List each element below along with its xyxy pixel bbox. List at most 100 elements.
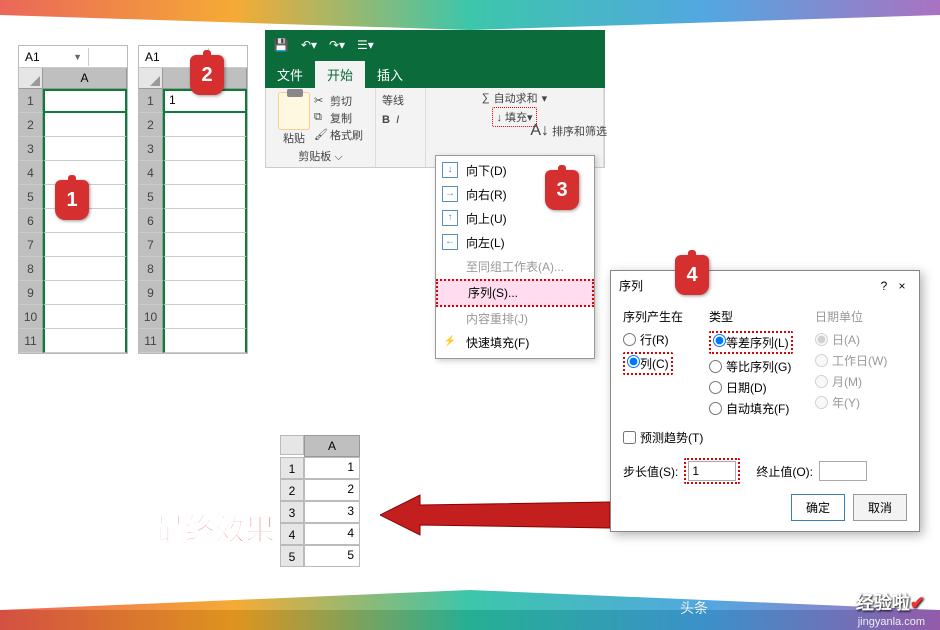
row-header[interactable]: 11 (19, 329, 43, 353)
row-header[interactable]: 6 (19, 209, 43, 233)
column-header-a[interactable]: A (304, 435, 360, 457)
cell-a1[interactable] (43, 89, 127, 113)
row-header[interactable]: 10 (19, 305, 43, 329)
format-painter-button[interactable]: 🖌格式刷 (314, 127, 363, 143)
row-header[interactable]: 1 (19, 89, 43, 113)
menu-flash-fill[interactable]: ⚡快速填充(F) (436, 331, 594, 355)
column-header-a[interactable]: A (43, 68, 127, 88)
row-header[interactable]: 3 (139, 137, 163, 161)
select-all-corner[interactable] (19, 68, 43, 88)
cell[interactable] (43, 233, 127, 257)
cut-button[interactable]: ✂剪切 (314, 93, 363, 109)
help-button[interactable]: ? (875, 279, 893, 293)
touch-mode-icon[interactable]: ☰▾ (357, 38, 373, 52)
row-header[interactable]: 9 (139, 281, 163, 305)
menu-fill-left[interactable]: ←向左(L) (436, 231, 594, 255)
row-header[interactable]: 9 (19, 281, 43, 305)
watermark-url: jingyanla.com (858, 616, 925, 628)
row-header[interactable]: 4 (139, 161, 163, 185)
radio-rows[interactable]: 行(R) (623, 329, 703, 350)
cell[interactable] (163, 185, 247, 209)
radio-autofill[interactable]: 自动填充(F) (709, 398, 809, 419)
sort-filter-button[interactable]: 排序和筛选 (552, 123, 607, 139)
cell[interactable] (43, 329, 127, 353)
menu-fill-series[interactable]: 序列(S)... (436, 279, 594, 307)
cell[interactable] (163, 113, 247, 137)
select-all-corner[interactable] (280, 435, 304, 455)
radio-date[interactable]: 日期(D) (709, 377, 809, 398)
sort-filter-icon: A↓ (530, 122, 549, 140)
row-header[interactable]: 11 (139, 329, 163, 353)
paste-icon[interactable] (278, 92, 310, 130)
chevron-down-icon[interactable]: ▼ (73, 52, 82, 62)
redo-icon[interactable]: ↷▾ (329, 38, 345, 52)
stop-input[interactable] (819, 461, 867, 481)
cell[interactable]: 4 (304, 523, 360, 545)
row-header[interactable]: 7 (139, 233, 163, 257)
row-header[interactable]: 1 (280, 457, 304, 479)
dialog-titlebar[interactable]: 序列 ? × (611, 271, 919, 300)
row-header[interactable]: 2 (280, 479, 304, 501)
cell[interactable] (43, 305, 127, 329)
cell[interactable] (163, 137, 247, 161)
close-button[interactable]: × (893, 279, 911, 293)
step-badge-3: 3 (545, 170, 579, 210)
row-header[interactable]: 8 (19, 257, 43, 281)
cell[interactable] (43, 257, 127, 281)
cell[interactable] (43, 113, 127, 137)
row-header[interactable]: 5 (19, 185, 43, 209)
cancel-button[interactable]: 取消 (853, 494, 907, 521)
tab-file[interactable]: 文件 (265, 61, 315, 88)
cell[interactable] (43, 137, 127, 161)
paste-button[interactable]: 粘贴 (278, 130, 310, 146)
undo-icon[interactable]: ↶▾ (301, 38, 317, 52)
row-header[interactable]: 2 (19, 113, 43, 137)
row-header[interactable]: 4 (19, 161, 43, 185)
cell[interactable]: 5 (304, 545, 360, 567)
select-all-corner[interactable] (139, 68, 163, 88)
menu-fill-up[interactable]: ↑向上(U) (436, 207, 594, 231)
tab-insert[interactable]: 插入 (365, 61, 415, 88)
cell[interactable]: 1 (304, 457, 360, 479)
checkbox-trend[interactable]: 预测趋势(T) (623, 427, 907, 448)
step-input[interactable] (688, 461, 736, 481)
row-header[interactable]: 4 (280, 523, 304, 545)
tab-home[interactable]: 开始 (315, 61, 365, 88)
cell[interactable] (163, 329, 247, 353)
arrow-up-icon: ↑ (442, 210, 458, 226)
save-icon[interactable]: 💾 (273, 38, 289, 52)
step-badge-2: 2 (190, 55, 224, 95)
cell[interactable] (163, 209, 247, 233)
radio-growth[interactable]: 等比序列(G) (709, 356, 809, 377)
radio-columns[interactable]: 列(C) (623, 350, 703, 377)
cell[interactable]: 3 (304, 501, 360, 523)
autosum-button[interactable]: 自动求和 (494, 90, 538, 106)
font-name-combo[interactable]: 等线 (382, 92, 404, 108)
flash-fill-icon: ⚡ (442, 334, 458, 350)
cell[interactable]: 2 (304, 479, 360, 501)
row-header[interactable]: 3 (280, 501, 304, 523)
row-header[interactable]: 6 (139, 209, 163, 233)
row-header[interactable]: 5 (139, 185, 163, 209)
ok-button[interactable]: 确定 (791, 494, 845, 521)
row-header[interactable]: 10 (139, 305, 163, 329)
row-header[interactable]: 8 (139, 257, 163, 281)
arrow-right-icon: → (442, 186, 458, 202)
bold-button[interactable]: B (382, 114, 390, 126)
radio-linear[interactable]: 等差序列(L) (709, 329, 809, 356)
row-header[interactable]: 7 (19, 233, 43, 257)
cell[interactable] (43, 281, 127, 305)
dialog-title: 序列 (619, 277, 875, 294)
copy-button[interactable]: ⧉复制 (314, 110, 363, 126)
row-header[interactable]: 1 (139, 89, 163, 113)
cell[interactable] (163, 281, 247, 305)
italic-button[interactable]: I (396, 114, 399, 126)
name-box[interactable]: A1▼ (19, 48, 89, 66)
row-header[interactable]: 3 (19, 137, 43, 161)
row-header[interactable]: 2 (139, 113, 163, 137)
cell[interactable] (163, 305, 247, 329)
cell[interactable] (163, 257, 247, 281)
cell[interactable] (163, 161, 247, 185)
cell[interactable] (163, 233, 247, 257)
row-header[interactable]: 5 (280, 545, 304, 567)
